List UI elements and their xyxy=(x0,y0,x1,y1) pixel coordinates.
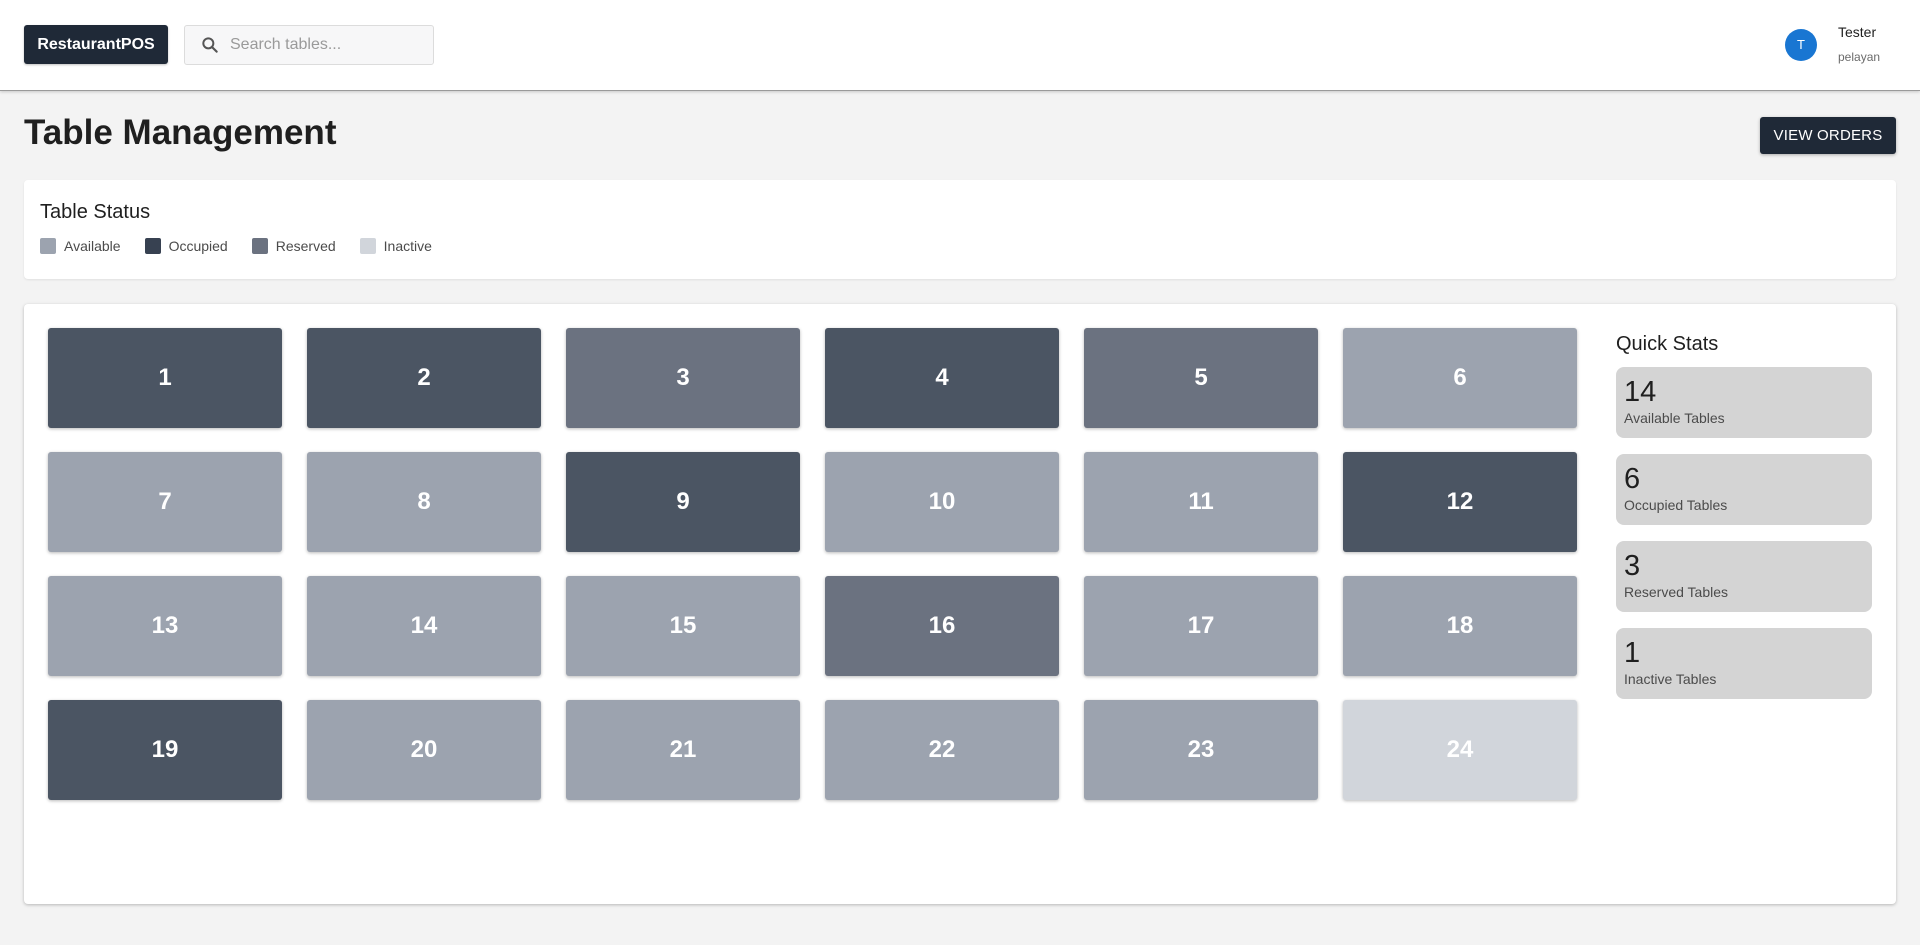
stat-value: 3 xyxy=(1624,550,1641,582)
stat-value: 14 xyxy=(1624,376,1657,408)
status-legend: Available Occupied Reserved Inactive xyxy=(40,238,456,254)
table-tile-7[interactable]: 7 xyxy=(48,452,282,552)
view-orders-button[interactable]: VIEW ORDERS xyxy=(1760,117,1896,154)
table-grid: 1 2 3 4 5 6 7 8 9 10 11 12 13 14 15 16 17 18 19 20 21 22 23 24 xyxy=(48,328,1577,800)
legend-swatch-occupied xyxy=(144,238,161,254)
legend-swatch-available xyxy=(40,238,56,254)
user-role: pelayan xyxy=(1838,50,1881,64)
tables-panel: 1 2 3 4 5 6 7 8 9 10 11 12 13 14 15 16 17 18 19 20 21 22 23 24 … xyxy=(24,304,1896,904)
table-tile-24[interactable]: 24 xyxy=(1343,700,1577,800)
avatar[interactable]: T xyxy=(1785,28,1817,61)
table-tile-4[interactable]: 4 xyxy=(825,328,1059,428)
legend-item-inactive: Inactive xyxy=(359,238,432,254)
legend-item-available: Available xyxy=(40,238,121,254)
table-tile-21[interactable]: 21 xyxy=(566,700,800,800)
stat-label: Available Tables xyxy=(1624,410,1725,426)
table-tile-5[interactable]: 5 xyxy=(1084,328,1318,428)
table-tile-19[interactable]: 19 xyxy=(48,700,282,800)
table-tile-11[interactable]: 11 xyxy=(1084,452,1318,552)
legend-label: Inactive xyxy=(383,238,432,254)
user-menu[interactable]: T Tester pelayan xyxy=(1785,22,1880,67)
table-tile-23[interactable]: 23 xyxy=(1084,700,1318,800)
stat-card-reserved: 3 Reserved Tables xyxy=(1616,541,1872,612)
table-status-card: Table Status Available Occupied Reserved… xyxy=(24,180,1896,279)
stat-label: Reserved Tables xyxy=(1624,584,1729,600)
legend-item-reserved: Reserved xyxy=(251,238,336,254)
table-tile-1[interactable]: 1 xyxy=(48,328,282,428)
table-tile-2[interactable]: 2 xyxy=(307,328,541,428)
table-status-title: Table Status xyxy=(40,201,151,223)
legend-swatch-reserved xyxy=(251,238,268,254)
stat-label: Occupied Tables xyxy=(1624,497,1728,513)
search-icon xyxy=(200,35,220,55)
stat-value: 6 xyxy=(1624,463,1641,495)
table-tile-8[interactable]: 8 xyxy=(307,452,541,552)
quick-stats: Quick Stats 14 Available Tables 6 Occupi… xyxy=(1616,333,1872,715)
search-input[interactable] xyxy=(230,36,410,54)
table-tile-15[interactable]: 15 xyxy=(566,576,800,676)
user-info: Tester pelayan xyxy=(1838,22,1880,65)
table-tile-16[interactable]: 16 xyxy=(825,576,1059,676)
table-tile-12[interactable]: 12 xyxy=(1343,452,1577,552)
stat-card-inactive: 1 Inactive Tables xyxy=(1616,628,1872,699)
table-tile-9[interactable]: 9 xyxy=(566,452,800,552)
table-tile-17[interactable]: 17 xyxy=(1084,576,1318,676)
stat-label: Inactive Tables xyxy=(1624,671,1717,687)
page-title: Table Management xyxy=(24,113,337,152)
stat-value: 1 xyxy=(1624,637,1641,669)
quick-stats-title: Quick Stats xyxy=(1616,333,1719,355)
legend-label: Available xyxy=(64,238,121,254)
table-tile-22[interactable]: 22 xyxy=(825,700,1059,800)
table-tile-3[interactable]: 3 xyxy=(566,328,800,428)
table-tile-10[interactable]: 10 xyxy=(825,452,1059,552)
user-name: Tester xyxy=(1838,24,1877,40)
brand-logo-button[interactable]: RestaurantPOS xyxy=(24,25,168,64)
table-tile-6[interactable]: 6 xyxy=(1343,328,1577,428)
legend-swatch-inactive xyxy=(359,238,376,254)
table-tile-14[interactable]: 14 xyxy=(307,576,541,676)
stat-card-occupied: 6 Occupied Tables xyxy=(1616,454,1872,525)
legend-label: Reserved xyxy=(275,238,336,254)
search-box[interactable] xyxy=(184,25,434,65)
table-tile-20[interactable]: 20 xyxy=(307,700,541,800)
legend-label: Occupied xyxy=(168,238,228,254)
table-tile-13[interactable]: 13 xyxy=(48,576,282,676)
legend-item-occupied: Occupied xyxy=(144,238,228,254)
table-tile-18[interactable]: 18 xyxy=(1343,576,1577,676)
top-app-bar: RestaurantPOS T Tester pelayan xyxy=(0,0,1920,90)
stat-card-available: 14 Available Tables xyxy=(1616,367,1872,438)
